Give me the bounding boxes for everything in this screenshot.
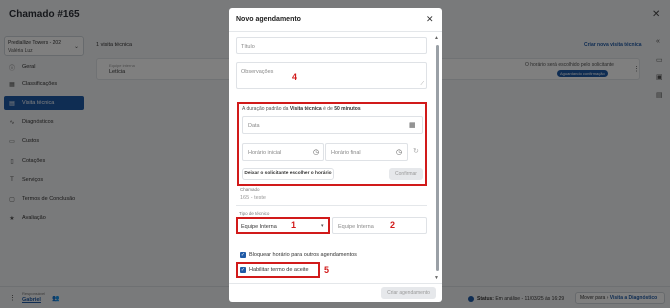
duration-value: 50 minutos xyxy=(334,106,361,112)
confirm-time-button[interactable]: Confirmar xyxy=(389,168,423,180)
date-input[interactable]: Data ▦ xyxy=(242,116,423,134)
block-time-checkbox[interactable]: ✓ Bloquear horário para outros agendamen… xyxy=(240,252,357,258)
scrollbar-thumb[interactable] xyxy=(436,45,439,271)
close-icon[interactable]: ✕ xyxy=(426,14,434,25)
end-time-input[interactable]: Horário final ◷ xyxy=(325,143,408,161)
annotation-number-1: 1 xyxy=(291,220,297,230)
calendar-icon[interactable]: ▦ xyxy=(409,121,416,129)
duration-type: Visita técnica xyxy=(289,106,322,112)
annotation-number-5: 5 xyxy=(324,265,330,275)
technician-type-label: Tipo de técnico xyxy=(239,211,270,216)
refresh-icon[interactable]: ↻ xyxy=(413,147,419,155)
create-schedule-button[interactable]: Criar agendamento xyxy=(381,287,436,299)
modal-title: Novo agendamento xyxy=(236,16,301,23)
modal-header: Novo agendamento ✕ xyxy=(229,8,442,32)
annotation-number-2: 2 xyxy=(390,220,396,230)
scroll-down-icon[interactable]: ▼ xyxy=(434,275,439,281)
modal-footer: Criar agendamento xyxy=(229,283,442,302)
chamado-value: 165 - teste xyxy=(240,195,266,201)
title-input[interactable]: Título xyxy=(236,37,427,54)
block-time-label: Bloquear horário para outros agendamento… xyxy=(249,252,357,258)
observations-placeholder: Observações xyxy=(241,69,274,75)
annotation-box-1 xyxy=(236,217,330,234)
duration-text: A duração padrão da Visita técnica é de … xyxy=(242,106,361,112)
duration-mid: é de xyxy=(323,106,333,112)
internal-team-placeholder: Equipe Interna xyxy=(338,224,374,230)
modal-body: Título Observações ⟋ 4 3 A duração padrã… xyxy=(229,33,442,283)
end-time-placeholder: Horário final xyxy=(331,150,361,156)
clock-icon[interactable]: ◷ xyxy=(396,148,402,156)
duration-prefix: A duração padrão da xyxy=(242,106,289,112)
checkbox-checked-icon[interactable]: ✓ xyxy=(240,252,246,258)
clock-icon[interactable]: ◷ xyxy=(313,148,319,156)
date-placeholder: Data xyxy=(248,123,260,129)
internal-team-select[interactable]: Equipe Interna xyxy=(332,217,427,234)
annotation-number-4: 4 xyxy=(292,72,298,82)
start-time-input[interactable]: Horário inicial ◷ xyxy=(242,143,324,161)
annotation-box-5 xyxy=(236,262,320,278)
start-time-placeholder: Horário inicial xyxy=(248,150,282,156)
divider xyxy=(236,205,427,206)
title-placeholder: Título xyxy=(241,44,255,50)
chamado-label: Chamado xyxy=(240,187,260,192)
observations-textarea[interactable]: Observações ⟋ xyxy=(236,62,427,89)
new-schedule-modal: Novo agendamento ✕ Título Observações ⟋ … xyxy=(229,8,442,302)
resize-handle-icon[interactable]: ⟋ xyxy=(420,81,424,87)
let-requester-choose-button[interactable]: Deixar o solicitante escolher o horário xyxy=(242,168,334,180)
scroll-up-icon[interactable]: ▲ xyxy=(434,35,439,41)
